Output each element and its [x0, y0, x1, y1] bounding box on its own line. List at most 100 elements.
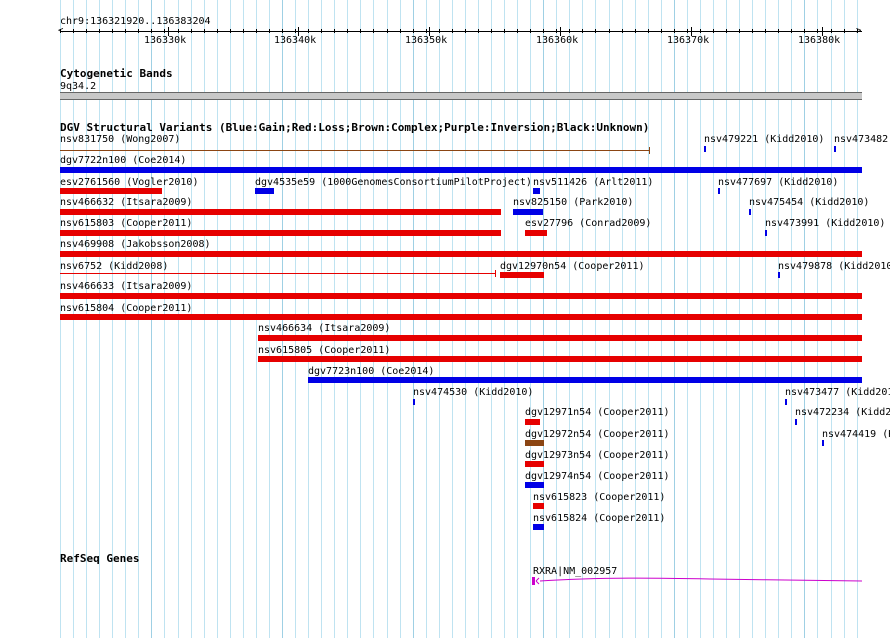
dgv-variant-label[interactable]: nsv615803 (Cooper2011) — [60, 218, 192, 229]
cytobands-track-title[interactable]: Cytogenetic Bands — [60, 68, 173, 80]
ruler-minor-tick — [452, 29, 453, 33]
refseq-gene-model[interactable] — [530, 572, 862, 590]
ruler-minor-tick — [804, 29, 805, 33]
ruler-tick-label: 136360k — [536, 35, 579, 46]
dgv-variant-feature[interactable] — [255, 188, 274, 194]
ruler-minor-tick — [595, 29, 596, 33]
dgv-variant-label[interactable]: nsv466633 (Itsara2009) — [60, 281, 192, 292]
dgv-variant-feature[interactable] — [718, 188, 720, 194]
ruler-minor-tick — [308, 29, 309, 33]
dgv-variant-feature[interactable] — [533, 188, 540, 194]
dgv-variant-feature[interactable] — [308, 377, 862, 383]
dgv-variant-feature[interactable] — [765, 230, 767, 236]
ruler-minor-tick — [125, 29, 126, 33]
dgv-variant-label[interactable]: dgv7722n100 (Coe2014) — [60, 155, 186, 166]
dgv-variant-label[interactable]: nsv466634 (Itsara2009) — [258, 323, 390, 334]
dgv-variant-label[interactable]: nsv615805 (Cooper2011) — [258, 345, 390, 356]
dgv-variant-label[interactable]: nsv477697 (Kidd2010) — [718, 177, 838, 188]
dgv-variant-label[interactable]: esv2761560 (Vogler2010) — [60, 177, 198, 188]
dgv-variant-feature[interactable] — [513, 209, 543, 215]
dgv-variant-label[interactable]: dgv4535e59 (1000GenomesConsortiumPilotPr… — [255, 177, 532, 188]
dgv-variant-label[interactable]: dgv12971n54 (Cooper2011) — [525, 407, 670, 418]
dgv-variant-label[interactable]: nsv615824 (Cooper2011) — [533, 513, 665, 524]
dgv-variant-label[interactable]: nsv479221 (Kidd2010) — [704, 134, 824, 145]
dgv-variant-label[interactable]: nsv473991 (Kidd2010) — [765, 218, 885, 229]
dgv-variant-feature[interactable] — [778, 272, 780, 278]
dgv-variant-label[interactable]: esv27796 (Conrad2009) — [525, 218, 651, 229]
dgv-variant-feature[interactable] — [500, 272, 544, 278]
dgv-variant-label[interactable]: nsv615804 (Cooper2011) — [60, 303, 192, 314]
dgv-variant-feature[interactable] — [60, 150, 650, 151]
dgv-variant-feature[interactable] — [60, 314, 862, 320]
ruler-minor-tick — [243, 29, 244, 33]
dgv-variant-label[interactable]: dgv7723n100 (Coe2014) — [308, 366, 434, 377]
dgv-variant-feature[interactable] — [704, 146, 706, 152]
dgv-variant-feature[interactable] — [413, 399, 415, 405]
dgv-variant-label[interactable]: nsv479878 (Kidd2010) — [778, 261, 890, 272]
genome-browser-view: chr9:136321920..136383204 < > 136330k136… — [0, 0, 890, 638]
dgv-variant-feature[interactable] — [525, 230, 547, 236]
ruler-minor-tick — [269, 29, 270, 33]
dgv-variant-label[interactable]: nsv475454 (Kidd2010) — [749, 197, 869, 208]
dgv-variant-label[interactable]: nsv473482 — [834, 134, 888, 145]
ruler-minor-tick — [60, 29, 61, 33]
dgv-variant-feature[interactable] — [525, 440, 544, 446]
dgv-variant-feature[interactable] — [60, 209, 501, 215]
dgv-variant-label[interactable]: dgv12973n54 (Cooper2011) — [525, 450, 670, 461]
dgv-variant-label[interactable]: nsv825150 (Park2010) — [513, 197, 633, 208]
dgv-variant-label[interactable]: dgv12974n54 (Cooper2011) — [525, 471, 670, 482]
dgv-variant-feature[interactable] — [525, 461, 544, 467]
ruler-minor-tick — [347, 29, 348, 33]
ruler-minor-tick — [151, 29, 152, 33]
dgv-variant-label[interactable]: dgv12970n54 (Cooper2011) — [500, 261, 645, 272]
dgv-variant-feature[interactable] — [258, 356, 862, 362]
dgv-variant-label[interactable]: nsv6752 (Kidd2008) — [60, 261, 168, 272]
ruler-minor-tick — [373, 29, 374, 33]
ruler-minor-tick — [739, 29, 740, 33]
cytoband-bar[interactable] — [60, 92, 862, 100]
dgv-variant-feature[interactable] — [533, 503, 544, 509]
dgv-variant-feature[interactable] — [525, 482, 544, 488]
dgv-variant-label[interactable]: nsv473477 (Kidd2010) — [785, 387, 890, 398]
ruler-minor-tick — [765, 29, 766, 33]
ruler-minor-tick — [439, 29, 440, 33]
dgv-variant-feature[interactable] — [60, 273, 496, 274]
dgv-variant-feature[interactable] — [822, 440, 824, 446]
dgv-variant-feature[interactable] — [60, 293, 862, 299]
dgv-variant-label[interactable]: nsv615823 (Cooper2011) — [533, 492, 665, 503]
ruler-tick-label: 136330k — [144, 35, 187, 46]
dgv-variant-label[interactable]: nsv831750 (Wong2007) — [60, 134, 180, 145]
dgv-track-title[interactable]: DGV Structural Variants (Blue:Gain;Red:L… — [60, 122, 649, 134]
dgv-variant-feature[interactable] — [533, 524, 544, 530]
refseq-track-title[interactable]: RefSeq Genes — [60, 553, 139, 565]
ruler-minor-tick — [204, 29, 205, 33]
dgv-variant-feature[interactable] — [749, 209, 751, 215]
dgv-variant-feature[interactable] — [60, 251, 862, 257]
dgv-variant-label[interactable]: nsv474530 (Kidd2010) — [413, 387, 533, 398]
dgv-variant-feature[interactable] — [60, 167, 862, 173]
dgv-variant-label[interactable]: nsv466632 (Itsara2009) — [60, 197, 192, 208]
ruler-minor-tick — [556, 29, 557, 33]
ruler-minor-tick — [778, 29, 779, 33]
ruler-minor-tick — [321, 29, 322, 33]
dgv-variant-label[interactable]: nsv474419 (Kidd2010) — [822, 429, 890, 440]
ruler-minor-tick — [282, 29, 283, 33]
ruler-minor-tick — [530, 29, 531, 33]
ruler-minor-tick — [491, 29, 492, 33]
dgv-variant-feature[interactable] — [60, 230, 501, 236]
dgv-variant-feature[interactable] — [834, 146, 836, 152]
dgv-variant-label[interactable]: nsv469908 (Jakobsson2008) — [60, 239, 211, 250]
dgv-variant-label[interactable]: nsv472234 (Kidd2010) — [795, 407, 890, 418]
dgv-variant-feature[interactable] — [795, 419, 797, 425]
ruler-minor-tick — [791, 29, 792, 33]
dgv-variant-feature[interactable] — [525, 419, 540, 425]
ruler-minor-tick — [648, 29, 649, 33]
ruler-minor-tick — [857, 29, 858, 33]
dgv-variant-label[interactable]: dgv12972n54 (Cooper2011) — [525, 429, 670, 440]
dgv-variant-feature[interactable] — [785, 399, 787, 405]
ruler-minor-tick — [609, 29, 610, 33]
dgv-variant-label[interactable]: nsv511426 (Arlt2011) — [533, 177, 653, 188]
ruler-minor-tick — [465, 29, 466, 33]
dgv-variant-feature[interactable] — [60, 188, 162, 194]
dgv-variant-feature[interactable] — [258, 335, 862, 341]
